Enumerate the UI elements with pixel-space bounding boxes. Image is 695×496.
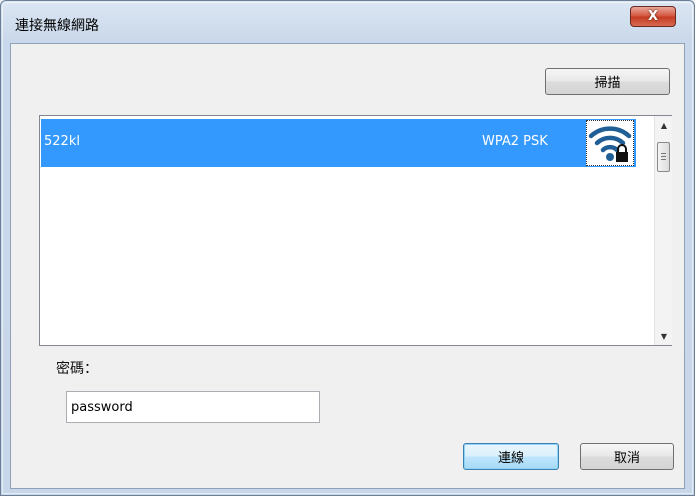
list-scrollbar[interactable]: ▲ ▼	[654, 116, 672, 345]
scan-button[interactable]: 掃描	[545, 68, 670, 95]
password-field[interactable]	[66, 391, 320, 423]
connect-button[interactable]: 連線	[463, 443, 559, 470]
network-list[interactable]: 522kl WPA2 PSK ▲ ▼	[39, 115, 672, 346]
scroll-thumb[interactable]	[657, 142, 670, 172]
dialog-title: 連接無線網路	[15, 18, 99, 34]
close-button[interactable]: X	[630, 6, 676, 27]
password-label: 密碼：	[56, 361, 98, 377]
cancel-button[interactable]: 取消	[580, 443, 674, 470]
dialog-content: 掃描 522kl WPA2 PSK ▲ ▼ 密碼： password 連線 取消	[10, 43, 685, 489]
scroll-down-arrow-icon[interactable]: ▼	[655, 327, 673, 345]
close-icon: X	[647, 9, 659, 24]
scroll-up-arrow-icon[interactable]: ▲	[655, 116, 673, 134]
network-list-item[interactable]: 522kl WPA2 PSK	[41, 119, 636, 167]
wifi-lock-icon	[586, 120, 634, 166]
network-security: WPA2 PSK	[482, 134, 548, 149]
dialog-window: 連接無線網路 X 掃描 522kl WPA2 PSK ▲ ▼ 密碼： passw…	[0, 0, 695, 496]
network-ssid: 522kl	[44, 134, 80, 149]
